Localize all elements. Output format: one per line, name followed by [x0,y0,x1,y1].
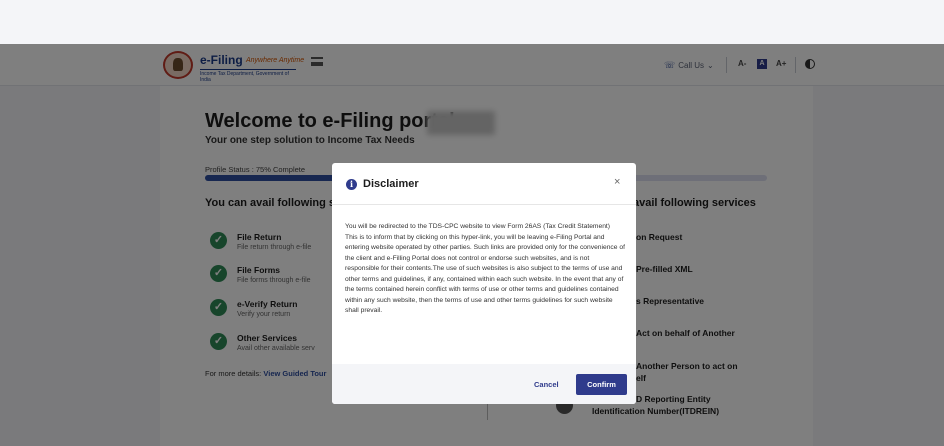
disclaimer-modal: i Disclaimer × You will be redirected to… [332,163,636,404]
modal-header: i Disclaimer × [332,163,636,205]
cancel-button[interactable]: Cancel [528,375,565,395]
confirm-button[interactable]: Confirm [576,374,627,395]
disclaimer-text: You will be redirected to the TDS-CPC we… [345,223,625,314]
info-icon: i [346,179,357,190]
modal-title: Disclaimer [363,178,419,190]
top-band [0,0,944,44]
close-icon[interactable]: × [614,176,620,188]
modal-footer: Cancel Confirm [332,364,636,404]
